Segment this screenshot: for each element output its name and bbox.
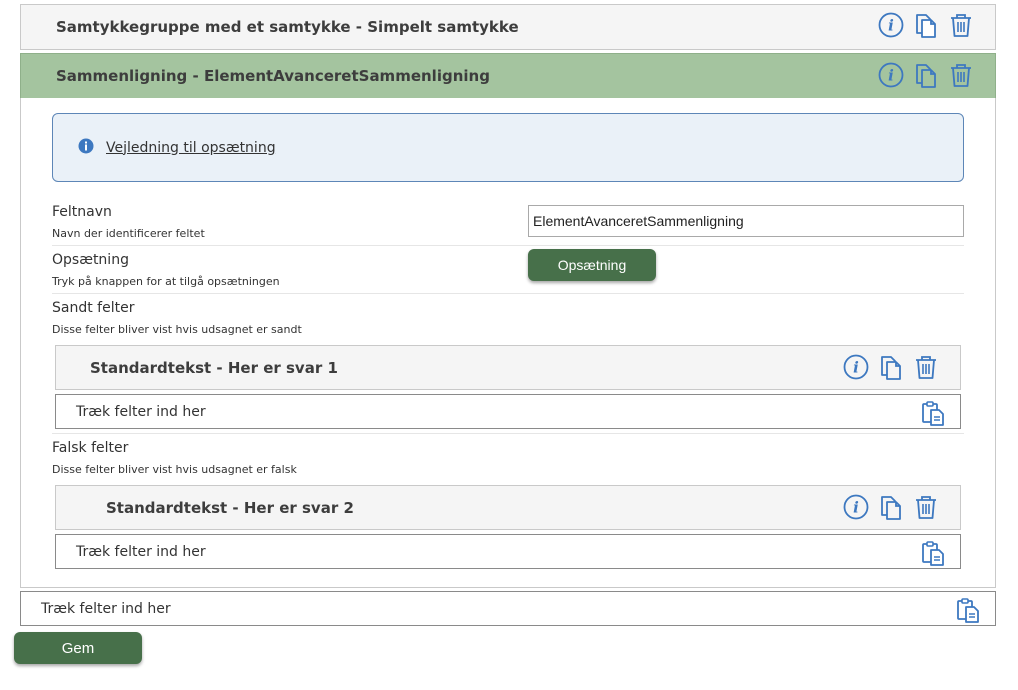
group-header-sammenligning[interactable]: Sammenligning - ElementAvanceretSammenli…: [20, 53, 996, 99]
opsaetning-button[interactable]: Opsætning: [528, 249, 656, 281]
feltnavn-input[interactable]: [528, 205, 964, 237]
copy-icon[interactable]: [878, 354, 904, 380]
sandt-item-header[interactable]: Standardtekst - Her er svar 1: [55, 345, 961, 390]
save-button[interactable]: Gem: [14, 632, 142, 664]
trash-icon[interactable]: [913, 354, 939, 380]
feltnavn-help: Navn der identificerer feltet: [52, 227, 205, 240]
item-title: Standardtekst - Her er svar 1: [90, 358, 338, 377]
clipboard-paste-icon[interactable]: [920, 540, 946, 570]
copy-icon[interactable]: [913, 12, 939, 38]
sandt-help: Disse felter bliver vist hvis udsagnet e…: [52, 323, 302, 336]
dropzone-label: Træk felter ind her: [76, 403, 206, 420]
divider: [52, 433, 964, 434]
item-title: Standardtekst - Her er svar 2: [106, 498, 354, 517]
sandt-item-actions: i: [843, 354, 939, 380]
falsk-help: Disse felter bliver vist hvis udsagnet e…: [52, 463, 297, 476]
dropzone-label: Træk felter ind her: [41, 600, 171, 617]
opsaetning-help: Tryk på knappen for at tilgå opsætningen: [52, 275, 280, 288]
svg-text:i: i: [888, 17, 894, 35]
clipboard-paste-icon[interactable]: [955, 597, 981, 627]
group-title: Samtykkegruppe med et samtykke - Simpelt…: [56, 18, 519, 36]
info-icon[interactable]: i: [843, 354, 869, 380]
copy-icon[interactable]: [913, 62, 939, 88]
falsk-dropzone[interactable]: Træk felter ind her: [55, 534, 961, 569]
trash-icon[interactable]: [948, 12, 974, 38]
guide-box: Vejledning til opsætning: [52, 113, 964, 182]
group2-actions: i: [878, 62, 974, 88]
outer-dropzone[interactable]: Træk felter ind her: [20, 591, 996, 626]
group-header-samtykke[interactable]: Samtykkegruppe med et samtykke - Simpelt…: [20, 4, 996, 50]
sandt-label: Sandt felter: [52, 300, 135, 316]
opsaetning-label: Opsætning: [52, 252, 129, 268]
trash-icon[interactable]: [948, 62, 974, 88]
svg-text:i: i: [888, 67, 894, 85]
info-icon[interactable]: i: [878, 62, 904, 88]
copy-icon[interactable]: [878, 494, 904, 520]
guide-link[interactable]: Vejledning til opsætning: [106, 140, 276, 156]
falsk-item-header[interactable]: Standardtekst - Her er svar 2: [55, 485, 961, 530]
svg-text:i: i: [853, 499, 859, 517]
falsk-label: Falsk felter: [52, 440, 129, 456]
sandt-dropzone[interactable]: Træk felter ind her: [55, 394, 961, 429]
divider: [52, 293, 964, 294]
group1-actions: i: [878, 12, 974, 38]
svg-text:i: i: [853, 359, 859, 377]
clipboard-paste-icon[interactable]: [920, 400, 946, 430]
info-icon[interactable]: i: [878, 12, 904, 38]
trash-icon[interactable]: [913, 494, 939, 520]
info-icon: [78, 138, 94, 158]
feltnavn-label: Feltnavn: [52, 204, 112, 220]
group-title: Sammenligning - ElementAvanceretSammenli…: [56, 67, 490, 85]
falsk-item-actions: i: [843, 494, 939, 520]
info-icon[interactable]: i: [843, 494, 869, 520]
dropzone-label: Træk felter ind her: [76, 543, 206, 560]
divider: [52, 245, 964, 246]
